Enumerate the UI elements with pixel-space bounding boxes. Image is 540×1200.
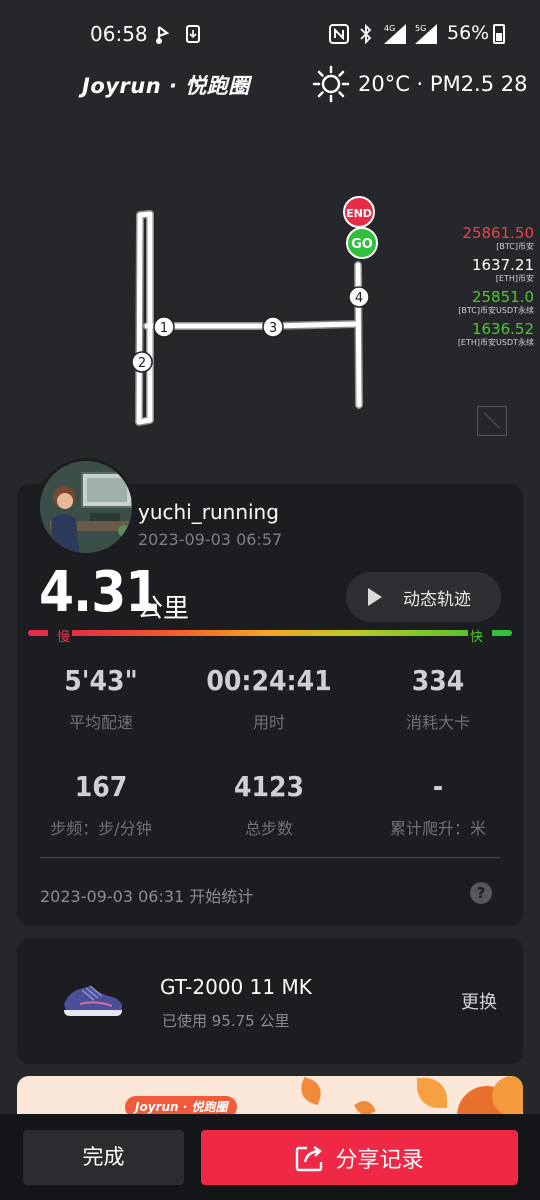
route-end-marker[interactable]: END <box>343 196 375 228</box>
route-path-outline <box>135 210 363 426</box>
ticker-label: [ETH]币安USDT永续 <box>457 338 534 347</box>
ticker-row: 25851.0 [BTC]币安USDT永续 <box>424 288 534 316</box>
username[interactable]: yuchi_running <box>138 500 279 524</box>
download-icon <box>186 25 200 43</box>
broken-image-icon <box>477 406 507 436</box>
metric-total-steps: 4123 总步数 <box>185 770 353 839</box>
slow-label: 慢 <box>57 630 71 645</box>
battery-icon <box>493 24 505 44</box>
ticker-row: 25861.50 [BTC]币安 <box>424 224 534 252</box>
metric-elevation-gain: - 累计爬升：米 <box>354 770 522 839</box>
metric-label: 累计爬升：米 <box>389 819 486 838</box>
nfc-icon <box>329 24 349 44</box>
record-date: 2023-09-03 06:57 <box>138 530 283 549</box>
shoe-mileage: 已使用 95.75 公里 <box>162 1012 290 1030</box>
svg-text:4G: 4G <box>384 24 395 33</box>
metric-value: 334 <box>411 664 465 697</box>
status-time: 06:58 <box>90 22 148 46</box>
route-path <box>136 211 362 425</box>
metric-label: 平均配速 <box>68 713 133 732</box>
signal-5g-icon: 5G <box>415 24 437 44</box>
route-marker-3[interactable]: 3 <box>262 316 284 338</box>
fast-label: 快 <box>470 630 484 645</box>
price-ticker: 25861.50 [BTC]币安 1637.21 [ETH]币安 25851.0… <box>424 224 534 352</box>
metric-value: 00:24:41 <box>206 664 332 697</box>
help-icon[interactable]: ? <box>470 882 492 904</box>
shoe-name: GT-2000 11 MK <box>160 975 312 999</box>
leaf-icon <box>296 1076 326 1106</box>
ticker-row: 1636.52 [ETH]币安USDT永续 <box>424 320 534 348</box>
svg-text:2: 2 <box>138 356 146 371</box>
route-map[interactable]: 1 2 3 4 END GO <box>0 190 420 440</box>
play-icon <box>368 588 382 606</box>
brand-logo: Joyrun · 悦跑圈 <box>82 74 250 98</box>
metric-calories: 334 消耗大卡 <box>354 664 522 733</box>
ticker-label: [ETH]币安 <box>495 274 534 283</box>
metric-value: - <box>432 770 444 803</box>
battery-percent: 56% <box>447 22 490 44</box>
share-record-button[interactable]: 分享记录 <box>201 1130 518 1185</box>
change-shoe-button[interactable]: 更换 <box>461 988 497 1014</box>
route-playback-button[interactable]: 动态轨迹 <box>346 572 501 622</box>
ticker-value: 25861.50 <box>462 224 534 242</box>
metric-value: 4123 <box>233 770 305 803</box>
route-start-marker[interactable]: GO <box>346 227 378 259</box>
metric-label: 总步数 <box>244 819 293 838</box>
route-marker-2[interactable]: 2 <box>131 351 153 373</box>
distance-unit: 公里 <box>137 594 190 624</box>
ticker-label: [BTC]币安USDT永续 <box>458 306 534 315</box>
leaf-icon <box>417 1078 447 1108</box>
metric-label: 用时 <box>252 713 285 732</box>
metric-value: 5'43" <box>64 664 138 697</box>
svg-text:1: 1 <box>160 321 168 336</box>
divider <box>40 857 500 858</box>
metric-cadence: 167 步频：步/分钟 <box>17 770 185 839</box>
running-shoe-icon <box>64 985 122 1016</box>
ticker-value: 1637.21 <box>471 256 534 274</box>
weather-widget: 20°C · PM2.5 28 <box>312 64 528 104</box>
route-marker-4[interactable]: 4 <box>348 286 370 308</box>
done-button[interactable]: 完成 <box>23 1130 184 1185</box>
route-marker-1[interactable]: 1 <box>153 316 175 338</box>
metric-avg-pace: 5'43" 平均配速 <box>17 664 185 733</box>
status-bar: 06:58 4G 5G 56% <box>0 0 540 70</box>
pace-gradient-bar <box>28 630 512 636</box>
ticker-value: 25851.0 <box>471 288 534 306</box>
svg-text:3: 3 <box>269 321 277 336</box>
sun-icon <box>312 65 350 103</box>
ticker-value: 1636.52 <box>471 320 534 338</box>
svg-text:END: END <box>346 207 372 220</box>
metric-label: 步频：步/分钟 <box>50 819 152 838</box>
weather-text: 20°C · PM2.5 28 <box>358 72 528 96</box>
svg-text:GO: GO <box>351 237 373 252</box>
avatar[interactable] <box>37 458 135 556</box>
share-icon <box>296 1145 323 1171</box>
metric-value: 167 <box>74 770 128 803</box>
signal-4g-icon: 4G <box>384 24 406 44</box>
svg-text:5G: 5G <box>415 24 426 33</box>
stat-start-time: 2023-09-03 06:31 开始统计 <box>40 887 254 906</box>
bluetooth-icon <box>360 24 372 44</box>
ticker-row: 1637.21 [ETH]币安 <box>424 256 534 284</box>
metric-duration: 00:24:41 用时 <box>185 664 353 733</box>
svg-text:4: 4 <box>355 291 363 306</box>
music-app-icon <box>156 26 170 44</box>
playback-label: 动态轨迹 <box>403 589 471 610</box>
ticker-label: [BTC]币安 <box>496 242 534 251</box>
share-label: 分享记录 <box>335 1147 424 1173</box>
metric-label: 消耗大卡 <box>405 713 470 732</box>
